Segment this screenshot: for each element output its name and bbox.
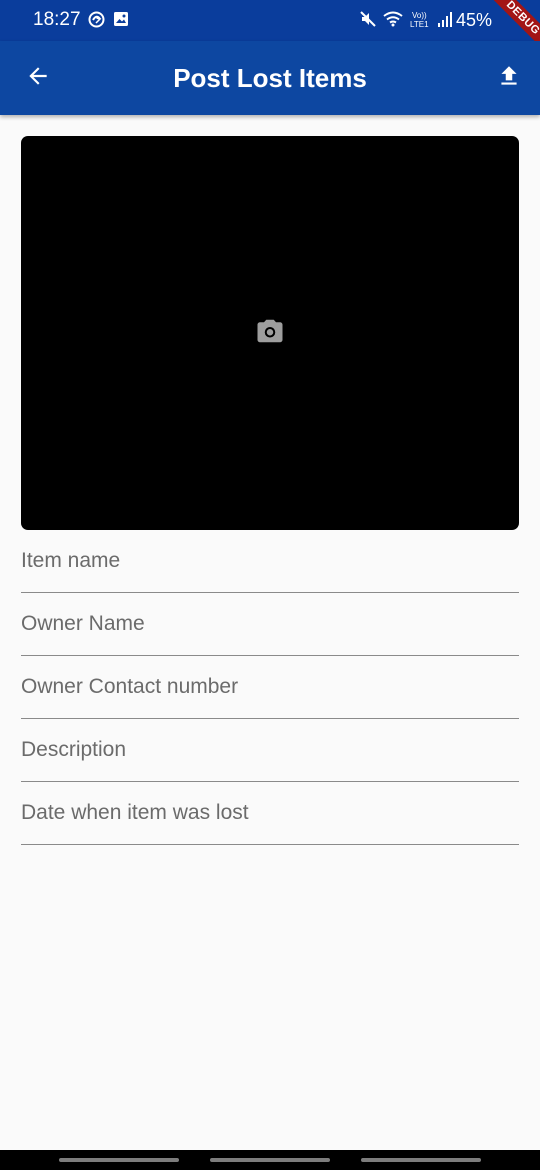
status-bar: 18:27 Vo)) LTE1 45% DEBUG xyxy=(0,0,540,63)
battery-text: 45% xyxy=(456,10,493,30)
owner-name-label: Owner Name xyxy=(21,612,145,635)
owner-contact-field[interactable]: Owner Contact number xyxy=(21,656,519,719)
date-lost-label: Date when item was lost xyxy=(21,801,249,824)
nav-recents-handle[interactable] xyxy=(59,1158,179,1162)
system-nav-bar xyxy=(0,1150,540,1170)
sync-icon xyxy=(88,11,105,33)
owner-name-field[interactable]: Owner Name xyxy=(21,593,519,656)
description-field[interactable]: Description xyxy=(21,719,519,782)
upload-button[interactable] xyxy=(485,54,533,102)
date-lost-field[interactable]: Date when item was lost xyxy=(21,782,519,845)
status-right-icons: Vo)) LTE1 xyxy=(360,10,453,33)
image-picker[interactable] xyxy=(21,136,519,530)
back-button[interactable] xyxy=(14,54,62,102)
signal-icon xyxy=(437,11,453,32)
lost-item-form: Item name Owner Name Owner Contact numbe… xyxy=(21,530,519,845)
status-time: 18:27 xyxy=(33,9,81,30)
svg-text:LTE1: LTE1 xyxy=(410,20,429,28)
arrow-left-icon xyxy=(25,63,51,94)
owner-contact-label: Owner Contact number xyxy=(21,675,239,698)
nav-back-handle[interactable] xyxy=(361,1158,481,1162)
upload-icon xyxy=(496,63,522,94)
camera-icon xyxy=(255,316,285,351)
image-icon xyxy=(113,11,129,33)
nav-home-handle[interactable] xyxy=(210,1158,330,1162)
description-label: Description xyxy=(21,738,127,761)
volte-icon: Vo)) LTE1 xyxy=(410,10,430,33)
mute-icon xyxy=(360,11,376,32)
wifi-icon xyxy=(383,11,403,32)
item-name-field[interactable]: Item name xyxy=(21,530,519,593)
item-name-label: Item name xyxy=(21,549,121,572)
status-left-icons xyxy=(88,11,129,33)
svg-text:Vo)): Vo)) xyxy=(412,11,427,20)
page-title: Post Lost Items xyxy=(173,63,367,93)
app-bar: Post Lost Items xyxy=(0,41,540,115)
